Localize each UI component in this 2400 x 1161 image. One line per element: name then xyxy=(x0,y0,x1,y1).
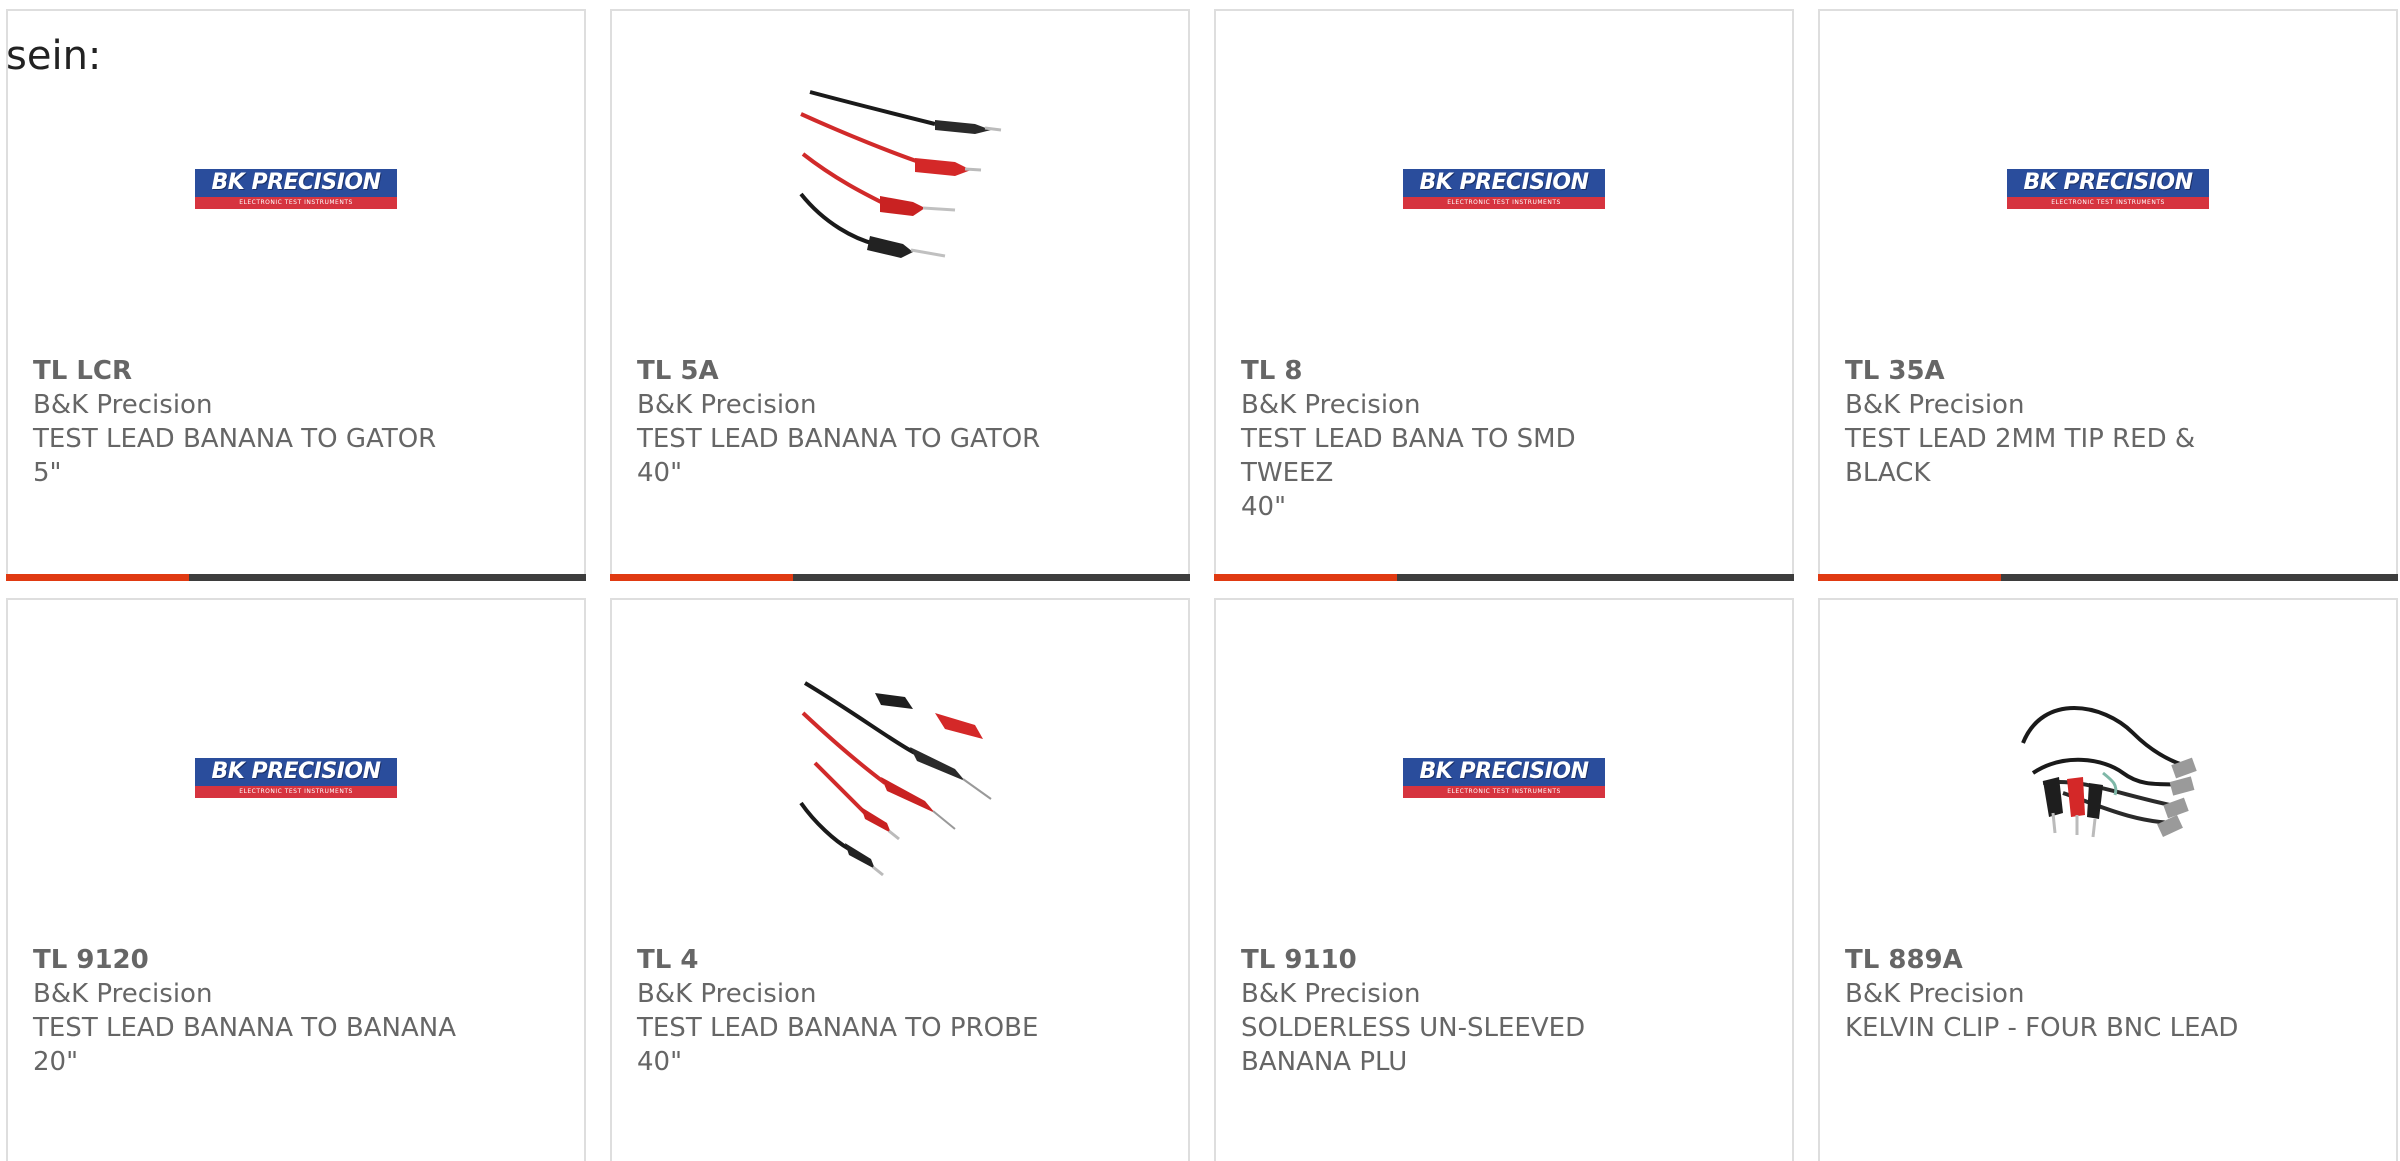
product-brand: B&K Precision xyxy=(637,390,817,420)
product-card[interactable]: BK PRECISION ELECTRONIC TEST INSTRUMENTS… xyxy=(1214,598,1794,1161)
logo-tagline: ELECTRONIC TEST INSTRUMENTS xyxy=(1403,785,1605,798)
product-card[interactable]: BK PRECISION ELECTRONIC TEST INSTRUMENTS… xyxy=(6,9,586,581)
product-brand: B&K Precision xyxy=(33,390,213,420)
card-accent xyxy=(610,574,793,581)
product-brand: B&K Precision xyxy=(33,979,213,1009)
product-description: TEST LEAD BANANA TO GATOR xyxy=(637,424,1041,454)
product-part-number[interactable]: TL LCR xyxy=(33,354,463,388)
product-brand: B&K Precision xyxy=(637,979,817,1009)
product-part-number[interactable]: TL 889A xyxy=(1845,943,2275,977)
product-description-2: 20" xyxy=(33,1047,79,1077)
kelvin-clip-photo xyxy=(2021,705,2197,837)
bk-precision-logo: BK PRECISION ELECTRONIC TEST INSTRUMENTS xyxy=(195,757,397,798)
product-card[interactable]: TL 4 B&K Precision TEST LEAD BANANA TO P… xyxy=(610,598,1190,1161)
logo-brand: BK PRECISION xyxy=(195,757,397,786)
card-accent xyxy=(6,574,189,581)
product-info: TL 889A B&K Precision KELVIN CLIP - FOUR… xyxy=(1845,943,2275,1045)
product-grid: BK PRECISION ELECTRONIC TEST INSTRUMENTS… xyxy=(6,9,2398,1161)
product-description: SOLDERLESS UN-SLEEVED xyxy=(1241,1013,1586,1043)
product-part-number[interactable]: TL 9110 xyxy=(1241,943,1671,977)
product-info: TL 9110 B&K Precision SOLDERLESS UN-SLEE… xyxy=(1241,943,1671,1079)
logo-tagline: ELECTRONIC TEST INSTRUMENTS xyxy=(195,785,397,798)
logo-brand: BK PRECISION xyxy=(1403,168,1605,197)
product-description-2: 40" xyxy=(637,458,683,488)
card-bottom-bar xyxy=(1214,574,1794,581)
gator-leads-photo xyxy=(799,89,1002,258)
product-info: TL 9120 B&K Precision TEST LEAD BANANA T… xyxy=(33,943,463,1079)
card-accent xyxy=(1818,574,2001,581)
logo-tagline: ELECTRONIC TEST INSTRUMENTS xyxy=(1403,196,1605,209)
product-brand: B&K Precision xyxy=(1241,390,1421,420)
product-description: TEST LEAD 2MM TIP RED & xyxy=(1845,424,2196,454)
product-card[interactable]: TL 5A B&K Precision TEST LEAD BANANA TO … xyxy=(610,9,1190,581)
product-image[interactable]: BK PRECISION ELECTRONIC TEST INSTRUMENTS xyxy=(1820,81,2396,296)
card-accent xyxy=(1214,574,1397,581)
product-image[interactable]: BK PRECISION ELECTRONIC TEST INSTRUMENTS xyxy=(8,670,584,885)
product-image[interactable] xyxy=(612,81,1188,296)
logo-tagline: ELECTRONIC TEST INSTRUMENTS xyxy=(195,196,397,209)
bk-precision-logo: BK PRECISION ELECTRONIC TEST INSTRUMENTS xyxy=(1403,168,1605,209)
product-info: TL LCR B&K Precision TEST LEAD BANANA TO… xyxy=(33,354,463,490)
product-info: TL 8 B&K Precision TEST LEAD BANA TO SMD… xyxy=(1241,354,1671,524)
product-description: TEST LEAD BANA TO SMD TWEEZ xyxy=(1241,424,1576,488)
product-description: TEST LEAD BANANA TO GATOR xyxy=(33,424,437,454)
card-bottom-bar xyxy=(1818,574,2398,581)
product-description: TEST LEAD BANANA TO BANANA xyxy=(33,1013,457,1043)
product-description-2: BANANA PLU xyxy=(1241,1047,1408,1077)
logo-brand: BK PRECISION xyxy=(195,168,397,197)
product-description-2: BLACK xyxy=(1845,458,1931,488)
product-brand: B&K Precision xyxy=(1845,979,2025,1009)
product-description-2: 40" xyxy=(1241,492,1287,522)
product-card[interactable]: BK PRECISION ELECTRONIC TEST INSTRUMENTS… xyxy=(6,598,586,1161)
bk-precision-logo: BK PRECISION ELECTRONIC TEST INSTRUMENTS xyxy=(1403,757,1605,798)
card-bottom-bar xyxy=(6,574,586,581)
product-info: TL 4 B&K Precision TEST LEAD BANANA TO P… xyxy=(637,943,1067,1079)
logo-brand: BK PRECISION xyxy=(2007,168,2209,197)
logo-brand: BK PRECISION xyxy=(1403,757,1605,786)
product-image[interactable] xyxy=(612,670,1188,885)
product-brand: B&K Precision xyxy=(1241,979,1421,1009)
product-info: TL 5A B&K Precision TEST LEAD BANANA TO … xyxy=(637,354,1067,490)
product-part-number[interactable]: TL 4 xyxy=(637,943,1067,977)
product-card[interactable]: BK PRECISION ELECTRONIC TEST INSTRUMENTS… xyxy=(1818,9,2398,581)
product-part-number[interactable]: TL 8 xyxy=(1241,354,1671,388)
probe-leads-photo xyxy=(799,680,992,876)
product-part-number[interactable]: TL 9120 xyxy=(33,943,463,977)
product-description-2: 5" xyxy=(33,458,62,488)
product-description: KELVIN CLIP - FOUR BNC LEAD xyxy=(1845,1013,2239,1043)
page: BK PRECISION ELECTRONIC TEST INSTRUMENTS… xyxy=(0,0,2400,1161)
product-info: TL 35A B&K Precision TEST LEAD 2MM TIP R… xyxy=(1845,354,2275,490)
product-image[interactable]: BK PRECISION ELECTRONIC TEST INSTRUMENTS xyxy=(1216,81,1792,296)
bk-precision-logo: BK PRECISION ELECTRONIC TEST INSTRUMENTS xyxy=(195,168,397,209)
product-image[interactable] xyxy=(1820,670,2396,885)
product-part-number[interactable]: TL 5A xyxy=(637,354,1067,388)
product-brand: B&K Precision xyxy=(1845,390,2025,420)
intro-text: sein: xyxy=(6,33,102,79)
product-description: TEST LEAD BANANA TO PROBE xyxy=(637,1013,1039,1043)
bk-precision-logo: BK PRECISION ELECTRONIC TEST INSTRUMENTS xyxy=(2007,168,2209,209)
card-bottom-bar xyxy=(610,574,1190,581)
product-card[interactable]: BK PRECISION ELECTRONIC TEST INSTRUMENTS… xyxy=(1214,9,1794,581)
product-image[interactable]: BK PRECISION ELECTRONIC TEST INSTRUMENTS xyxy=(8,81,584,296)
product-description-2: 40" xyxy=(637,1047,683,1077)
product-card[interactable]: TL 889A B&K Precision KELVIN CLIP - FOUR… xyxy=(1818,598,2398,1161)
product-part-number[interactable]: TL 35A xyxy=(1845,354,2275,388)
product-image[interactable]: BK PRECISION ELECTRONIC TEST INSTRUMENTS xyxy=(1216,670,1792,885)
logo-tagline: ELECTRONIC TEST INSTRUMENTS xyxy=(2007,196,2209,209)
